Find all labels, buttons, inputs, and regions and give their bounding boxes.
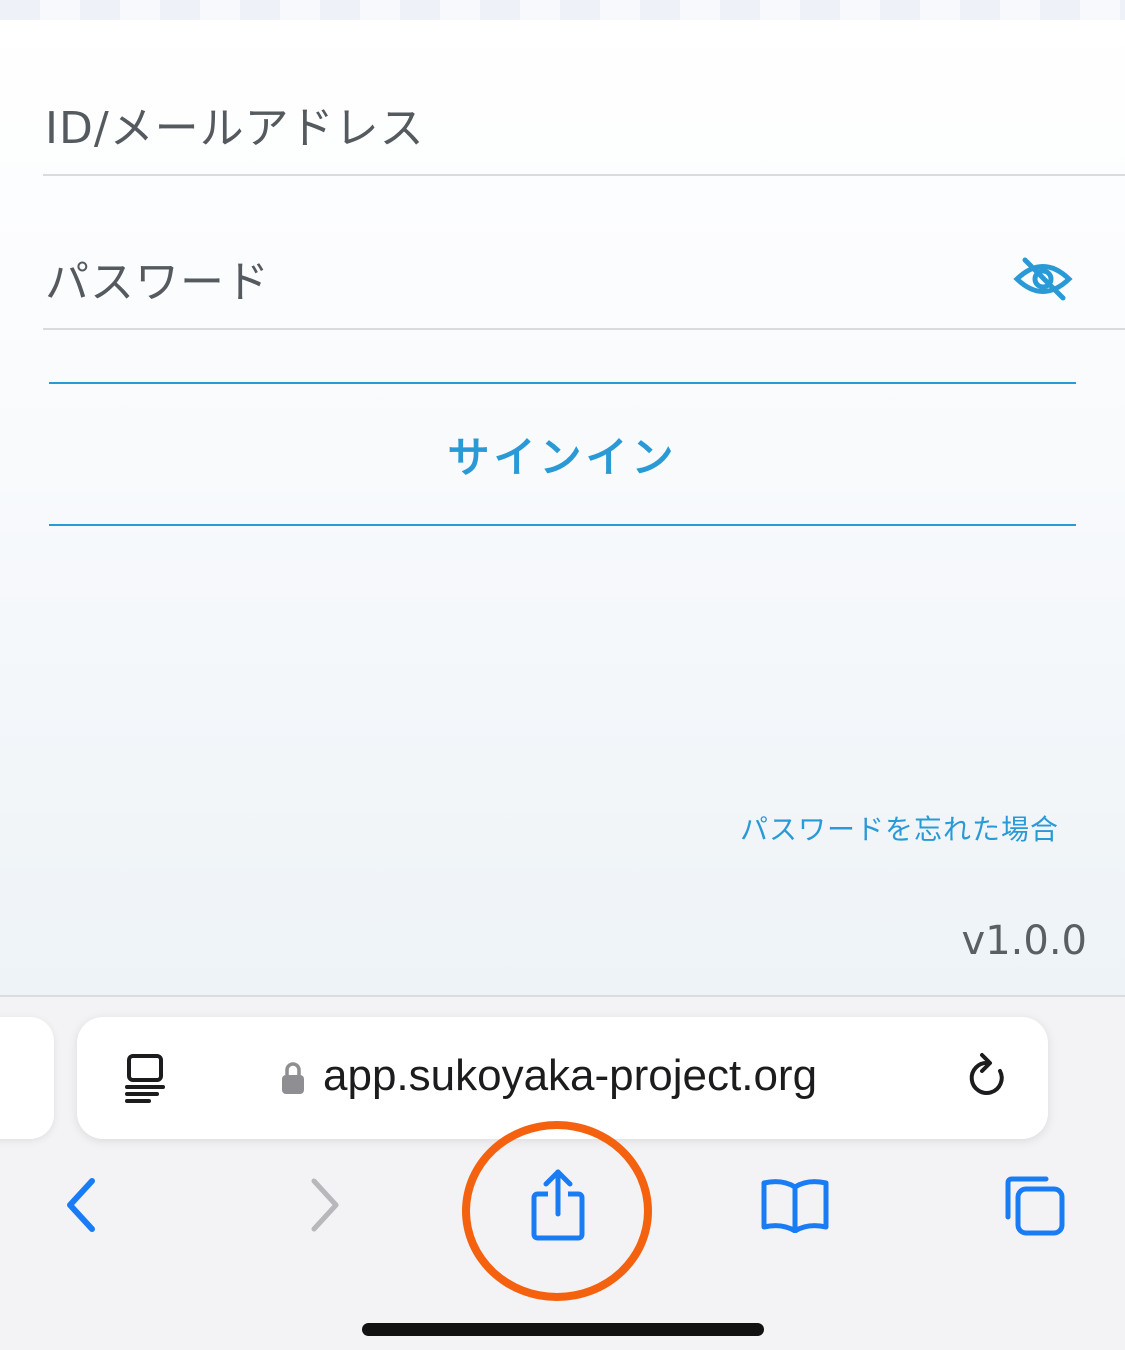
back-button[interactable] [52, 1167, 108, 1243]
share-button[interactable] [520, 1167, 596, 1243]
password-placeholder: パスワード [45, 257, 270, 308]
share-icon [531, 1169, 585, 1241]
login-page: ID/メールアドレス パスワード サインイン パスワードを忘れた場合 v1.0.… [0, 20, 1125, 995]
reload-icon[interactable] [966, 1051, 1010, 1101]
previous-tab-preview[interactable] [0, 1017, 54, 1139]
signin-button[interactable]: サインイン [49, 382, 1076, 526]
forward-button[interactable] [296, 1167, 352, 1243]
tabs-button[interactable] [996, 1167, 1072, 1243]
url-text: app.sukoyaka-project.org [323, 1051, 818, 1100]
bookmarks-button[interactable] [756, 1167, 834, 1243]
back-icon [67, 1178, 95, 1232]
bookmarks-icon [761, 1179, 829, 1233]
eye-slash-icon[interactable] [1013, 254, 1073, 304]
address-bar[interactable]: app.sukoyaka-project.org [77, 1017, 1048, 1139]
page-menu-icon[interactable] [123, 1053, 167, 1103]
forgot-password-link[interactable]: パスワードを忘れた場合 [740, 808, 1059, 848]
password-field[interactable]: パスワード [43, 234, 1125, 330]
forward-icon [311, 1178, 339, 1232]
id-email-placeholder: ID/メールアドレス [45, 103, 425, 154]
safari-bottom-bar: app.sukoyaka-project.org [0, 995, 1125, 1350]
signin-label: サインイン [447, 432, 678, 482]
home-indicator[interactable] [362, 1323, 764, 1336]
version-label: v1.0.0 [961, 918, 1087, 964]
id-email-field[interactable]: ID/メールアドレス [43, 80, 1125, 176]
top-decorative-strip [0, 0, 1125, 20]
tabs-icon [1005, 1176, 1065, 1236]
lock-icon [282, 1062, 304, 1094]
